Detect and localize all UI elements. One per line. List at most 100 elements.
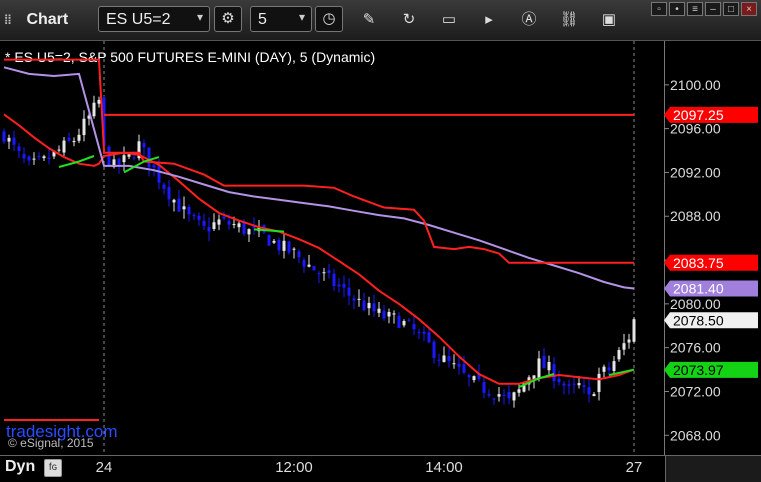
candle-body xyxy=(47,157,51,159)
interval-value: 5 xyxy=(258,11,267,28)
candle-body xyxy=(352,298,356,301)
candle-body xyxy=(227,220,231,225)
candle-body xyxy=(297,251,301,258)
candle-body xyxy=(487,393,491,396)
candle-body xyxy=(372,303,376,312)
candle-body xyxy=(42,156,46,159)
candle-body xyxy=(317,273,321,275)
pencil-icon[interactable]: ✎ xyxy=(358,9,380,31)
minimize-icon[interactable]: – xyxy=(705,2,721,16)
candle-body xyxy=(27,156,31,161)
calendar-icon[interactable]: fɢ xyxy=(44,459,62,477)
axis-corner xyxy=(665,456,761,482)
candle-body xyxy=(407,319,411,321)
copyright: © eSignal, 2015 xyxy=(8,436,94,450)
symbol-value: ES U5=2 xyxy=(106,11,171,28)
refresh-icon[interactable]: ↻ xyxy=(398,9,420,31)
candle-body xyxy=(592,394,596,397)
time-axis-label: 12:00 xyxy=(275,459,313,476)
y-tick-label: 2088.00 xyxy=(670,208,721,224)
candle-body xyxy=(597,373,601,393)
candle-body xyxy=(147,147,151,168)
time-axis-label: 27 xyxy=(625,459,643,476)
candle-body xyxy=(287,241,291,253)
maximize-icon[interactable]: □ xyxy=(723,2,739,16)
candle-body xyxy=(72,141,76,143)
candle-body xyxy=(207,227,211,232)
candle-body xyxy=(7,137,11,142)
y-tick-label: 2080.00 xyxy=(670,296,721,312)
settings-gear-icon[interactable]: ⚙ xyxy=(214,6,242,32)
candle-body xyxy=(502,394,506,396)
chart-title-label: ⁞⁞ Chart xyxy=(4,11,68,29)
candle-body xyxy=(462,364,466,373)
candle-body xyxy=(82,118,86,136)
candle-body xyxy=(142,143,146,148)
candle-body xyxy=(132,157,136,159)
camera-icon[interactable]: ▣ xyxy=(598,9,620,31)
candle-body xyxy=(212,222,216,230)
price-tag-label: 2078.50 xyxy=(673,312,724,328)
y-tick-label: 2096.00 xyxy=(670,121,721,137)
y-tick-label: 2076.00 xyxy=(670,340,721,356)
candle-body xyxy=(547,362,551,371)
candle-body xyxy=(397,315,401,328)
candle-body xyxy=(182,206,186,210)
price-tag-label: 2073.97 xyxy=(673,362,724,378)
candle-body xyxy=(472,376,476,381)
price-tag-label: 2081.40 xyxy=(673,281,724,297)
drag-grip-icon[interactable]: ⁞⁞ xyxy=(4,12,22,27)
candle-body xyxy=(612,361,616,371)
candle-body xyxy=(402,320,406,326)
candle-body xyxy=(362,300,366,311)
clock-icon[interactable]: ◷ xyxy=(315,6,343,32)
candle-body xyxy=(427,332,431,343)
dynamic-mode-label[interactable]: Dyn xyxy=(5,458,35,476)
symbol-dropdown[interactable]: ES U5=2 ▾ xyxy=(98,6,210,32)
chart-title: * ES U5=2, S&P 500 FUTURES E-MINI (DAY),… xyxy=(5,49,375,65)
price-tag-label: 2097.25 xyxy=(673,107,724,123)
candle-body xyxy=(322,272,326,274)
candle-body xyxy=(417,331,421,333)
chevron-down-icon: ▾ xyxy=(196,10,203,24)
candle-body xyxy=(357,298,361,300)
candle-body xyxy=(302,260,306,267)
link-icon[interactable]: ⛓ xyxy=(558,9,580,31)
candle-body xyxy=(92,102,96,117)
chart-window: ⁞⁞ Chart ES U5=2 ▾ ⚙ 5 ▾ ◷ ✎ ↻ ▭ ▸ Ⓐ ⛓ ▣… xyxy=(0,0,761,482)
candle-body xyxy=(167,187,171,200)
candle-body xyxy=(282,240,286,251)
candle-body xyxy=(507,391,511,399)
candle-body xyxy=(217,219,221,225)
candle-body xyxy=(62,140,66,153)
data-feed-icon[interactable]: ▭ xyxy=(438,9,460,31)
price-chart[interactable]: 2068.002072.002076.002080.002084.002088.… xyxy=(0,41,761,455)
alert-icon[interactable]: Ⓐ xyxy=(518,9,540,31)
candle-body xyxy=(247,229,251,235)
candle-body xyxy=(97,99,101,104)
candle-body xyxy=(187,206,191,215)
candle-body xyxy=(367,302,371,309)
candle-body xyxy=(222,216,226,219)
pin-icon[interactable]: • xyxy=(669,2,685,16)
interval-dropdown[interactable]: 5 ▾ xyxy=(250,6,312,32)
candle-body xyxy=(162,184,166,189)
candle-body xyxy=(457,363,461,367)
restore-icon[interactable]: ▫ xyxy=(651,2,667,16)
menu-icon[interactable]: ≡ xyxy=(687,2,703,16)
candle-body xyxy=(2,131,6,142)
close-icon[interactable]: × xyxy=(741,2,757,16)
plot-background xyxy=(0,41,761,455)
candle-body xyxy=(172,199,176,203)
play-icon[interactable]: ▸ xyxy=(478,9,500,31)
y-tick-label: 2100.00 xyxy=(670,77,721,93)
candle-body xyxy=(22,154,26,159)
candle-body xyxy=(552,364,556,382)
candle-body xyxy=(557,378,561,383)
candle-body xyxy=(442,355,446,362)
candle-body xyxy=(57,149,61,151)
candle-body xyxy=(267,235,271,246)
candle-body xyxy=(77,134,81,141)
candle-body xyxy=(277,239,281,251)
y-tick-label: 2072.00 xyxy=(670,383,721,399)
